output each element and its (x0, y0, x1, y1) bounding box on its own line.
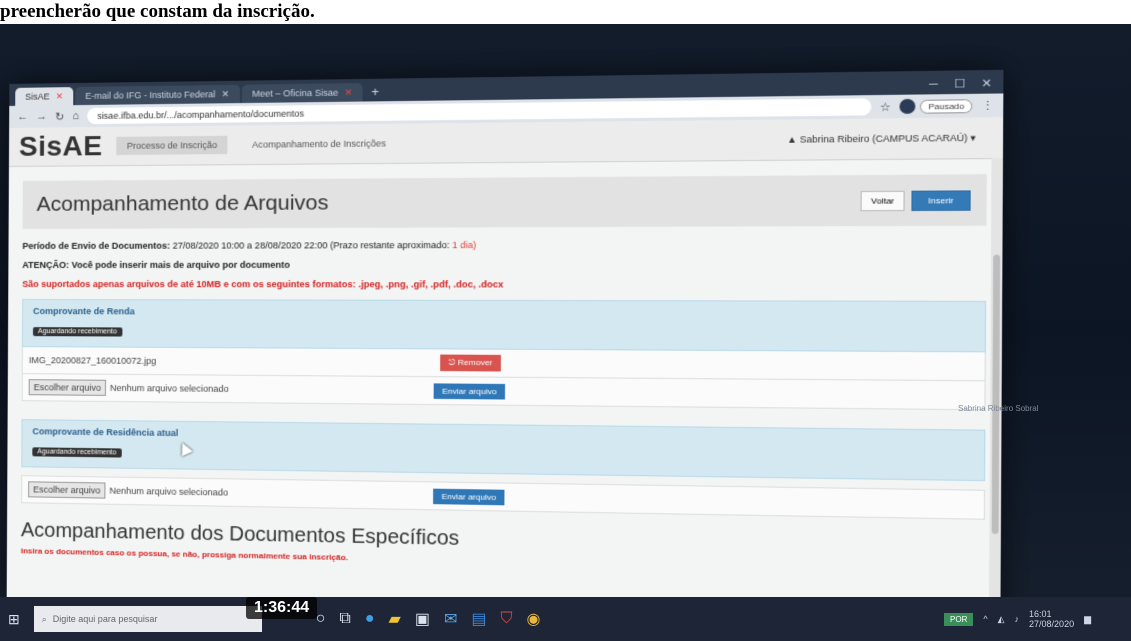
windows-taskbar: ⊞ ⌕ Digite aqui para pesquisar ○ ⧉ ● ▰ ▣… (0, 597, 1131, 641)
nav-processo-inscricao[interactable]: Processo de Inscrição (117, 136, 228, 155)
search-icon: ⌕ (42, 614, 47, 625)
store-icon[interactable]: ▣ (415, 609, 430, 629)
page-header: Acompanhamento de Arquivos Voltar Inseri… (23, 174, 987, 229)
choose-file-button[interactable]: Escolher arquivo (29, 379, 106, 396)
remove-file-button[interactable]: ⎋ Remover (440, 355, 501, 372)
nav-acompanhamento[interactable]: Acompanhamento de Inscrições (242, 134, 397, 154)
choose-file-button[interactable]: Escolher arquivo (28, 481, 105, 498)
upload-row: Escolher arquivo Nenhum arquivo selecion… (22, 374, 986, 410)
user-icon: ▲ (787, 134, 800, 145)
status-badge: Aguardando recebimento (32, 447, 121, 457)
scrollbar-thumb[interactable] (992, 255, 1000, 534)
send-file-button[interactable]: Enviar arquivo (433, 488, 505, 505)
file-name: IMG_20200827_160010072.jpg (29, 355, 440, 368)
section-comprovante-renda: Comprovante de Renda Aguardando recebime… (22, 299, 986, 352)
maximize-icon[interactable]: ☐ (954, 75, 965, 94)
no-file-text: Nenhum arquivo selecionado (109, 486, 228, 498)
section-title: Comprovante de Residência atual (32, 426, 972, 447)
video-caption: preencherão que constam da inscrição. (0, 0, 1131, 24)
tab-meet[interactable]: Meet – Oficina Sisae ✕ (242, 83, 363, 103)
new-tab-button[interactable]: + (365, 83, 386, 102)
cortana-icon[interactable]: ○ (316, 610, 326, 628)
menu-icon[interactable]: ⋮ (981, 98, 994, 112)
upload-row: Escolher arquivo Nenhum arquivo selecion… (21, 475, 985, 520)
inserir-button[interactable]: Inserir (911, 190, 971, 211)
window-controls: ─ ☐ ✕ (929, 74, 1003, 94)
language-indicator[interactable]: POR (944, 613, 973, 626)
star-icon[interactable]: ☆ (880, 100, 891, 114)
back-icon[interactable]: ← (17, 111, 28, 123)
clock[interactable]: 16:01 27/08/2020 (1029, 609, 1074, 629)
formats-note: São suportados apenas arquivos de até 10… (22, 279, 986, 290)
close-icon[interactable]: ✕ (222, 85, 230, 103)
tab-sisae[interactable]: SisAE ✕ (15, 87, 73, 106)
attention-note: ATENÇÃO: Você pode inserir mais de arqui… (22, 259, 986, 270)
user-menu[interactable]: ▲ Sabrina Ribeiro (CAMPUS ACARAÚ) ▾ (787, 132, 992, 146)
side-screen-text: Sabrina Ribeiro Sobral (958, 404, 1039, 413)
forward-icon[interactable]: → (36, 111, 47, 123)
profile-status: Pausado (920, 99, 972, 114)
edge-icon[interactable]: ● (365, 610, 375, 628)
task-view-icon[interactable]: ⧉ (339, 610, 350, 628)
page-title: Acompanhamento de Arquivos (37, 191, 329, 217)
status-badge: Aguardando recebimento (33, 327, 122, 336)
close-icon[interactable]: ✕ (56, 87, 64, 105)
app-icon[interactable]: ▤ (471, 609, 486, 629)
send-file-button[interactable]: Enviar arquivo (434, 383, 506, 399)
period-info: Período de Envio de Documentos: 27/08/20… (22, 239, 986, 251)
reload-icon[interactable]: ↻ (55, 110, 64, 123)
volume-icon[interactable]: ♪ (1015, 614, 1020, 624)
taskbar-search[interactable]: ⌕ Digite aqui para pesquisar (34, 606, 262, 632)
avatar (900, 99, 916, 114)
tray-expand-icon[interactable]: ^ (983, 614, 987, 624)
voltar-button[interactable]: Voltar (861, 190, 905, 210)
monitor-screen: SisAE ✕ E-mail do IFG - Instituto Federal… (7, 70, 1004, 629)
brand-logo[interactable]: SisAE (19, 130, 103, 163)
profile-button[interactable]: Pausado (900, 98, 972, 114)
section-comprovante-residencia: Comprovante de Residência atual Aguardan… (21, 419, 985, 481)
notifications-icon[interactable]: ▆ (1084, 614, 1091, 625)
windows-start-icon[interactable]: ⊞ (8, 611, 20, 628)
minimize-icon[interactable]: ─ (929, 75, 938, 94)
close-icon[interactable]: ✕ (344, 83, 352, 102)
main-content: Acompanhamento de Arquivos Voltar Inseri… (7, 159, 1003, 576)
mail-icon[interactable]: ✉ (444, 609, 457, 629)
file-explorer-icon[interactable]: ▰ (389, 609, 401, 629)
system-tray: POR ^ ◭ ♪ 16:01 27/08/2020 ▆ (944, 609, 1131, 629)
tab-email[interactable]: E-mail do IFG - Instituto Federal ✕ (75, 85, 239, 105)
chrome-icon[interactable]: ◉ (527, 609, 541, 629)
network-icon[interactable]: ◭ (998, 614, 1005, 625)
close-window-icon[interactable]: ✕ (981, 74, 992, 93)
no-file-text: Nenhum arquivo selecionado (110, 383, 229, 394)
security-icon[interactable]: ⛉ (500, 610, 512, 628)
video-timestamp: 1:36:44 (246, 597, 317, 619)
home-icon[interactable]: ⌂ (72, 110, 79, 122)
section-title: Comprovante de Renda (33, 306, 973, 319)
